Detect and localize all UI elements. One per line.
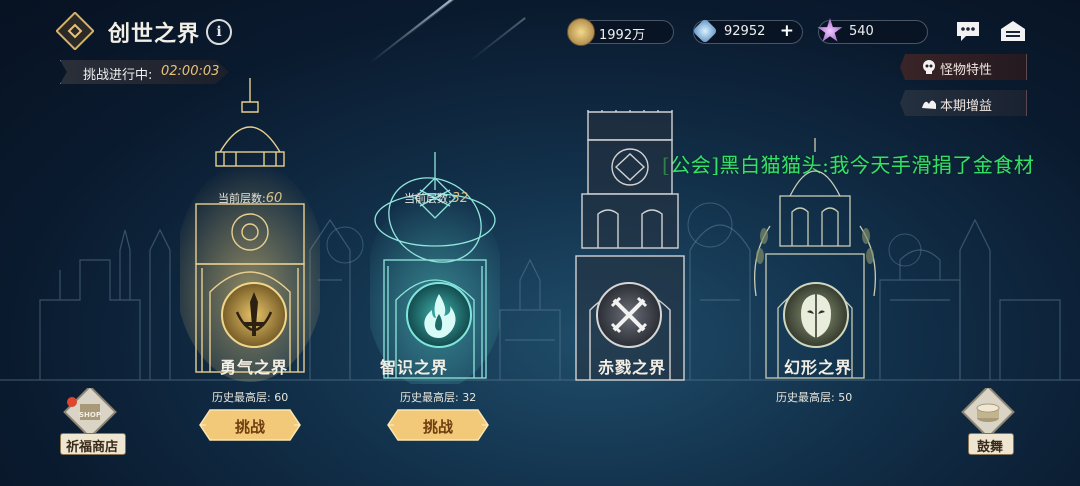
sword-crest-icon (221, 282, 287, 348)
crossed-blades-icon (596, 282, 662, 348)
coin-icon (567, 18, 595, 46)
add-diamond-button[interactable]: + (780, 21, 794, 41)
mask-crest-icon (783, 282, 849, 348)
home-icon[interactable] (999, 18, 1027, 44)
drum-icon (961, 385, 1015, 439)
realm-logo-icon (55, 11, 95, 51)
courage-challenge-button[interactable]: 挑战 (198, 408, 302, 442)
star-shard-counter[interactable]: 540 (817, 18, 928, 44)
wisdom-challenge-button[interactable]: 挑战 (386, 408, 490, 442)
coin-counter[interactable]: 1992万 (567, 18, 674, 46)
period-buff-button[interactable]: 本期增益 (900, 90, 1027, 116)
period-buff-label: 本期增益 (940, 99, 993, 114)
monster-traits-label: 怪物特性 (940, 63, 993, 78)
courage-world-name[interactable]: 勇气之界 (220, 354, 288, 378)
timer-label: 挑战进行中: (83, 68, 153, 83)
courage-current-floor: 当前层数:60 (218, 191, 283, 206)
monster-traits-button[interactable]: 怪物特性 (900, 54, 1027, 80)
game-screen: 创世之界 i 挑战进行中: 02:00:03 1992万 92952 + 540… (0, 0, 1080, 486)
coin-value: 1992万 (599, 28, 646, 43)
buff-icon (922, 100, 936, 109)
courage-best-floor: 历史最高层: 60 (212, 391, 289, 404)
blessing-shop-label: 祈福商店 (65, 440, 118, 455)
chat-bubble-icon[interactable] (954, 18, 982, 44)
star-shard-value: 540 (849, 24, 874, 39)
wisdom-world-name[interactable]: 智识之界 (380, 354, 448, 378)
svg-text:SHOP: SHOP (79, 411, 101, 419)
shop-icon: SHOP (63, 385, 117, 439)
page-title: 创世之界 (108, 22, 201, 47)
diamond-value: 92952 (724, 24, 766, 39)
inspire-dance-label: 鼓舞 (976, 440, 1003, 455)
inspire-dance-button[interactable]: 鼓舞 (958, 385, 1022, 455)
skull-icon (923, 60, 935, 74)
diamond-counter[interactable]: 92952 + (692, 18, 803, 44)
info-button[interactable]: i (206, 19, 232, 45)
illusion-world-name[interactable]: 幻形之界 (784, 354, 852, 378)
blessing-shop-button[interactable]: SHOP 祈福商店 (60, 385, 126, 455)
wisdom-current-floor: 当前层数:32 (404, 191, 469, 206)
diamond-icon (692, 18, 718, 44)
wisdom-best-floor: 历史最高层: 32 (400, 391, 477, 404)
carnage-world-name[interactable]: 赤戮之界 (598, 354, 666, 378)
flame-crest-icon (406, 282, 472, 348)
illusion-best-floor: 历史最高层: 50 (776, 391, 853, 404)
